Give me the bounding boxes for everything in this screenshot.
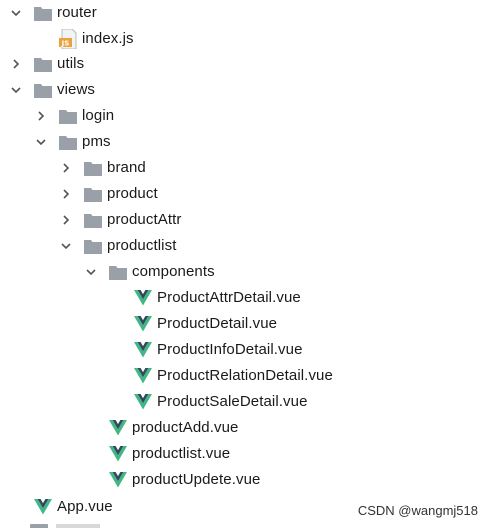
folder-icon <box>34 77 52 103</box>
tree-item-label: ProductInfoDetail.vue <box>157 341 303 358</box>
chevron-down-icon[interactable] <box>84 259 98 285</box>
tree-item-label: components <box>132 263 215 280</box>
vue-logo-icon <box>109 441 127 467</box>
tree-item-label: login <box>82 107 115 124</box>
tree-item-label: productlist.vue <box>132 445 231 462</box>
tree-item-label: views <box>57 81 96 98</box>
tree-item-label: productAttr <box>107 211 182 228</box>
tree-item-vue-file[interactable]: productUpdete.vue <box>0 467 491 493</box>
tree-item-vue-file[interactable]: ProductInfoDetail.vue <box>0 337 491 363</box>
svg-text:JS: JS <box>61 40 70 48</box>
folder-icon <box>84 155 102 181</box>
tree-item-label: pms <box>82 133 111 150</box>
tree-item-label: App.vue <box>57 498 113 515</box>
tree-item-label: index.js <box>82 30 134 47</box>
folder-icon <box>84 207 102 233</box>
tree-item-product-folder[interactable]: product <box>0 181 491 207</box>
tree-item-label: ProductSaleDetail.vue <box>157 393 308 410</box>
tree-item-login-folder[interactable]: login <box>0 103 491 129</box>
vue-logo-icon <box>134 285 152 311</box>
vue-logo-icon <box>109 415 127 441</box>
chevron-right-icon[interactable] <box>34 103 48 129</box>
folder-icon <box>34 0 52 26</box>
tree-item-label: ProductRelationDetail.vue <box>157 367 333 384</box>
project-file-tree: router JS index.js utils views login pms… <box>0 0 491 528</box>
js-file-icon: JS <box>59 26 77 52</box>
folder-icon <box>84 233 102 259</box>
tree-item-label: productAdd.vue <box>132 419 239 436</box>
watermark-text: CSDN @wangmj518 <box>354 502 481 520</box>
tree-item-productattr-folder[interactable]: productAttr <box>0 207 491 233</box>
tree-item-productlist-folder[interactable]: productlist <box>0 233 491 259</box>
folder-icon <box>34 51 52 77</box>
tree-item-vue-file[interactable]: ProductDetail.vue <box>0 311 491 337</box>
vue-logo-icon <box>134 311 152 337</box>
chevron-down-icon[interactable] <box>9 77 23 103</box>
tree-item-label: brand <box>107 159 146 176</box>
tree-item-utils-folder[interactable]: utils <box>0 51 491 77</box>
tree-item-label: product <box>107 185 158 202</box>
chevron-right-icon[interactable] <box>9 51 23 77</box>
tree-item-label: productUpdete.vue <box>132 471 261 488</box>
tree-item-vue-file[interactable]: ProductRelationDetail.vue <box>0 363 491 389</box>
vue-logo-icon <box>134 337 152 363</box>
tree-item-vue-file[interactable]: productAdd.vue <box>0 415 491 441</box>
vue-logo-icon <box>134 363 152 389</box>
cut-off-label <box>56 524 100 528</box>
cut-off-tree-row <box>30 522 490 528</box>
vue-logo-icon <box>34 494 52 520</box>
folder-icon <box>84 181 102 207</box>
tree-item-label: productlist <box>107 237 177 254</box>
tree-item-label: ProductAttrDetail.vue <box>157 289 301 306</box>
vue-logo-icon <box>109 467 127 493</box>
chevron-right-icon[interactable] <box>59 207 73 233</box>
tree-item-vue-file[interactable]: ProductSaleDetail.vue <box>0 389 491 415</box>
vue-logo-icon <box>134 389 152 415</box>
chevron-down-icon[interactable] <box>34 129 48 155</box>
tree-item-brand-folder[interactable]: brand <box>0 155 491 181</box>
chevron-right-icon[interactable] <box>59 155 73 181</box>
folder-icon <box>59 103 77 129</box>
tree-item-components-folder[interactable]: components <box>0 259 491 285</box>
tree-item-vue-file[interactable]: ProductAttrDetail.vue <box>0 285 491 311</box>
tree-item-router-folder[interactable]: router <box>0 0 491 26</box>
chevron-down-icon[interactable] <box>9 0 23 26</box>
tree-item-index-js[interactable]: JS index.js <box>0 26 491 52</box>
tree-item-label: utils <box>57 55 85 72</box>
tree-item-pms-folder[interactable]: pms <box>0 129 491 155</box>
chevron-down-icon[interactable] <box>59 233 73 259</box>
tree-item-vue-file[interactable]: productlist.vue <box>0 441 491 467</box>
tree-item-views-folder[interactable]: views <box>0 77 491 103</box>
chevron-right-icon[interactable] <box>59 181 73 207</box>
tree-item-label: ProductDetail.vue <box>157 315 278 332</box>
folder-icon <box>109 259 127 285</box>
folder-icon <box>30 524 48 528</box>
tree-item-label: router <box>57 4 97 21</box>
folder-icon <box>59 129 77 155</box>
